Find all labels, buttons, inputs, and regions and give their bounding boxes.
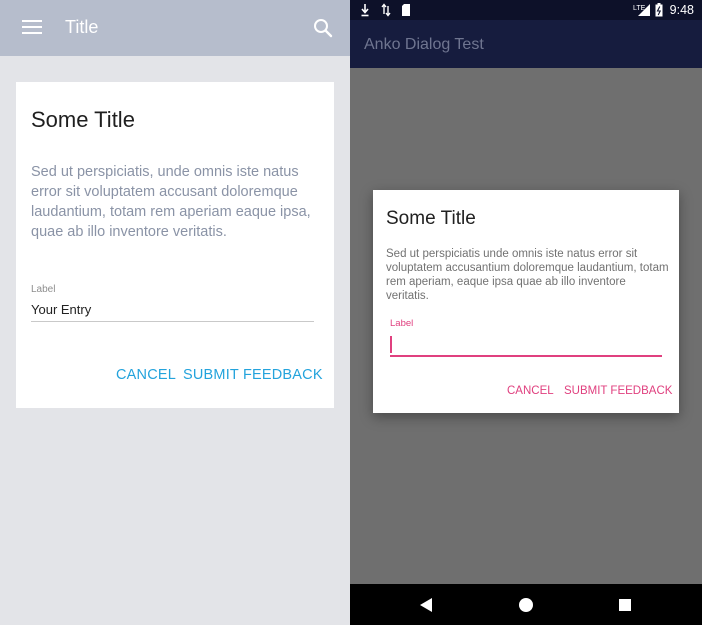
- field-label: Label: [31, 284, 56, 295]
- action-bar: Anko Dialog Test: [350, 20, 702, 68]
- right-screen: LTE 9:48 Anko Dialog Test Some Title Sed…: [350, 0, 702, 625]
- signal-icon: [638, 4, 650, 16]
- dialog-title: Some Title: [386, 208, 476, 229]
- left-screen: Title Some Title Sed ut perspiciatis, un…: [0, 0, 350, 625]
- search-icon[interactable]: [312, 17, 334, 39]
- app-bar: Title: [0, 0, 350, 56]
- sd-card-icon: [402, 4, 410, 16]
- entry-input[interactable]: [390, 333, 662, 357]
- cancel-button[interactable]: CANCEL: [507, 385, 554, 397]
- navigation-bar: [350, 584, 702, 625]
- home-icon[interactable]: [519, 598, 533, 612]
- dialog-message: Sed ut perspiciatis, unde omnis iste nat…: [31, 164, 311, 240]
- dialog-title: Some Title: [31, 107, 135, 132]
- menu-icon[interactable]: [22, 18, 42, 36]
- submit-feedback-button[interactable]: SUBMIT FEEDBACK: [183, 367, 323, 383]
- recents-icon[interactable]: [619, 599, 631, 611]
- dialog-message: Sed ut perspiciatis unde omnis iste natu…: [386, 248, 669, 302]
- clock: 9:48: [669, 3, 694, 17]
- alert-dialog: Some Title Sed ut perspiciatis unde omni…: [373, 190, 679, 413]
- text-cursor: [390, 336, 392, 353]
- action-bar-title: Anko Dialog Test: [364, 36, 484, 53]
- cancel-button[interactable]: CANCEL: [116, 367, 176, 383]
- submit-feedback-button[interactable]: SUBMIT FEEDBACK: [564, 385, 672, 397]
- status-bar: LTE 9:48: [350, 0, 702, 20]
- back-icon[interactable]: [420, 598, 432, 612]
- entry-input[interactable]: [31, 298, 314, 322]
- field-label: Label: [390, 318, 414, 329]
- app-bar-title: Title: [65, 17, 99, 37]
- data-transfer-icon: [381, 3, 391, 17]
- battery-icon: [655, 3, 663, 17]
- dialog: Some Title Sed ut perspiciatis, unde omn…: [16, 82, 334, 408]
- download-icon: [361, 4, 369, 17]
